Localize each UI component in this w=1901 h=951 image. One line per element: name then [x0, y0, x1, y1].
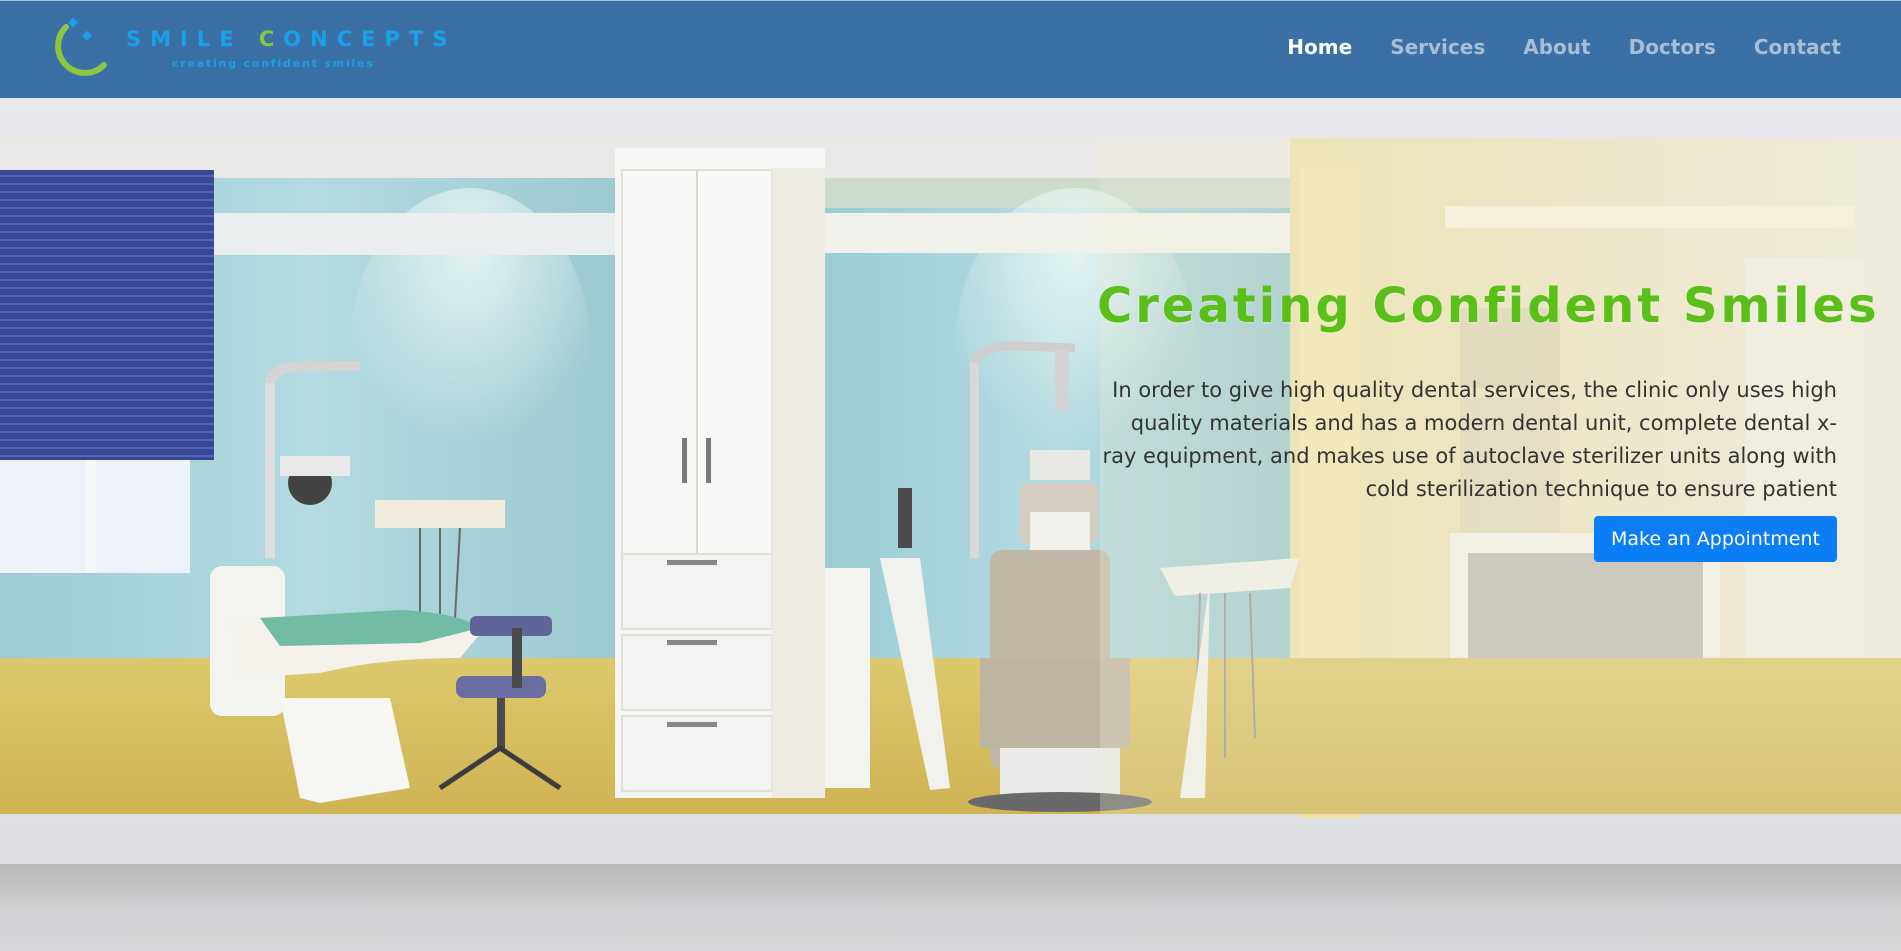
brand-tagline: creating confident smiles [172, 57, 375, 70]
nav-item-doctors[interactable]: Doctors [1629, 35, 1716, 59]
hero-bottom-band [0, 864, 1901, 951]
brand-name-accent: C [258, 27, 284, 51]
hero-title: Creating Confident Smiles [1097, 278, 1880, 334]
nav-item-about[interactable]: About [1523, 35, 1590, 59]
hero-section: Creating Confident Smiles In order to gi… [0, 98, 1901, 951]
nav-item-contact[interactable]: Contact [1754, 35, 1841, 59]
brand-name: SMILE CONCEPTS [126, 27, 457, 51]
brand-logo[interactable]: SMILE CONCEPTS creating confident smiles [44, 17, 447, 85]
smile-logo-icon [55, 17, 107, 76]
hero-content: Creating Confident Smiles In order to gi… [1097, 278, 1880, 562]
make-appointment-button[interactable]: Make an Appointment [1593, 516, 1837, 562]
nav-item-services[interactable]: Services [1390, 35, 1485, 59]
navbar: SMILE CONCEPTS creating confident smiles… [0, 0, 1901, 98]
hero-description: In order to give high quality dental ser… [1102, 378, 1837, 501]
nav-item-home[interactable]: Home [1287, 35, 1352, 59]
main-nav: Home Services About Doctors Contact [1287, 1, 1841, 93]
